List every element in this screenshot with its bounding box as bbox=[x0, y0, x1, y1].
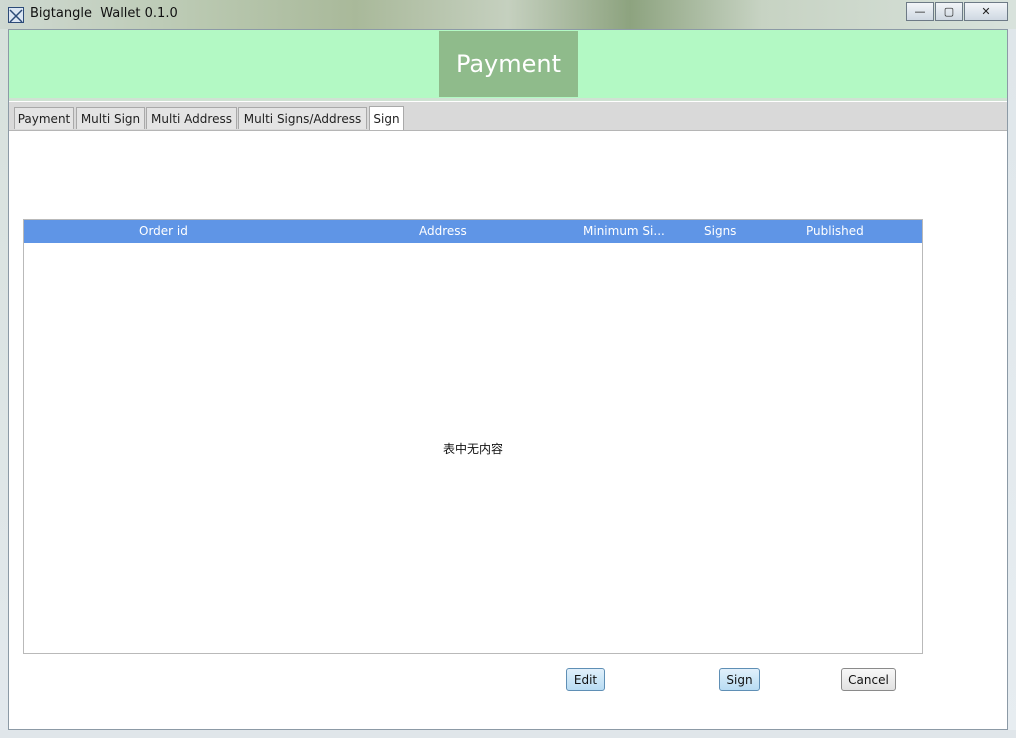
tab-multi-signs-address[interactable]: Multi Signs/Address bbox=[238, 107, 367, 129]
window-titlebar: Bigtangle Wallet 0.1.0 — ▢ ✕ bbox=[0, 0, 1016, 29]
window-frame-right bbox=[1008, 29, 1016, 738]
edit-button[interactable]: Edit bbox=[566, 668, 605, 691]
app-icon bbox=[8, 7, 24, 23]
window-client-area: Payment Payment Multi Sign Multi Address… bbox=[8, 29, 1008, 730]
tab-multi-address[interactable]: Multi Address bbox=[146, 107, 237, 129]
tab-multi-sign[interactable]: Multi Sign bbox=[76, 107, 145, 129]
column-header-order-id[interactable]: Order id bbox=[139, 224, 188, 238]
maximize-button[interactable]: ▢ bbox=[935, 2, 963, 21]
column-header-published[interactable]: Published bbox=[806, 224, 864, 238]
header-banner: Payment bbox=[9, 30, 1007, 101]
sign-button[interactable]: Sign bbox=[719, 668, 760, 691]
window-frame-left bbox=[0, 29, 8, 738]
tab-sign[interactable]: Sign bbox=[369, 106, 404, 130]
column-header-minimum-signs[interactable]: Minimum Si... bbox=[583, 224, 665, 238]
column-header-address[interactable]: Address bbox=[419, 224, 467, 238]
window-frame-bottom bbox=[0, 730, 1016, 738]
tab-payment[interactable]: Payment bbox=[14, 107, 74, 129]
cancel-button[interactable]: Cancel bbox=[841, 668, 896, 691]
column-header-signs[interactable]: Signs bbox=[704, 224, 736, 238]
tab-bar: Payment Multi Sign Multi Address Multi S… bbox=[9, 102, 1007, 131]
header-divider bbox=[9, 98, 1007, 101]
page-title: Payment bbox=[439, 31, 578, 97]
orders-table[interactable]: Order id Address Minimum Si... Signs Pub… bbox=[23, 219, 923, 654]
table-empty-message: 表中无内容 bbox=[442, 442, 503, 456]
close-button[interactable]: ✕ bbox=[964, 2, 1008, 21]
minimize-button[interactable]: — bbox=[906, 2, 934, 21]
table-header: Order id Address Minimum Si... Signs Pub… bbox=[24, 220, 922, 243]
window-controls: — ▢ ✕ bbox=[905, 2, 1008, 21]
window-title: Bigtangle Wallet 0.1.0 bbox=[30, 6, 178, 21]
